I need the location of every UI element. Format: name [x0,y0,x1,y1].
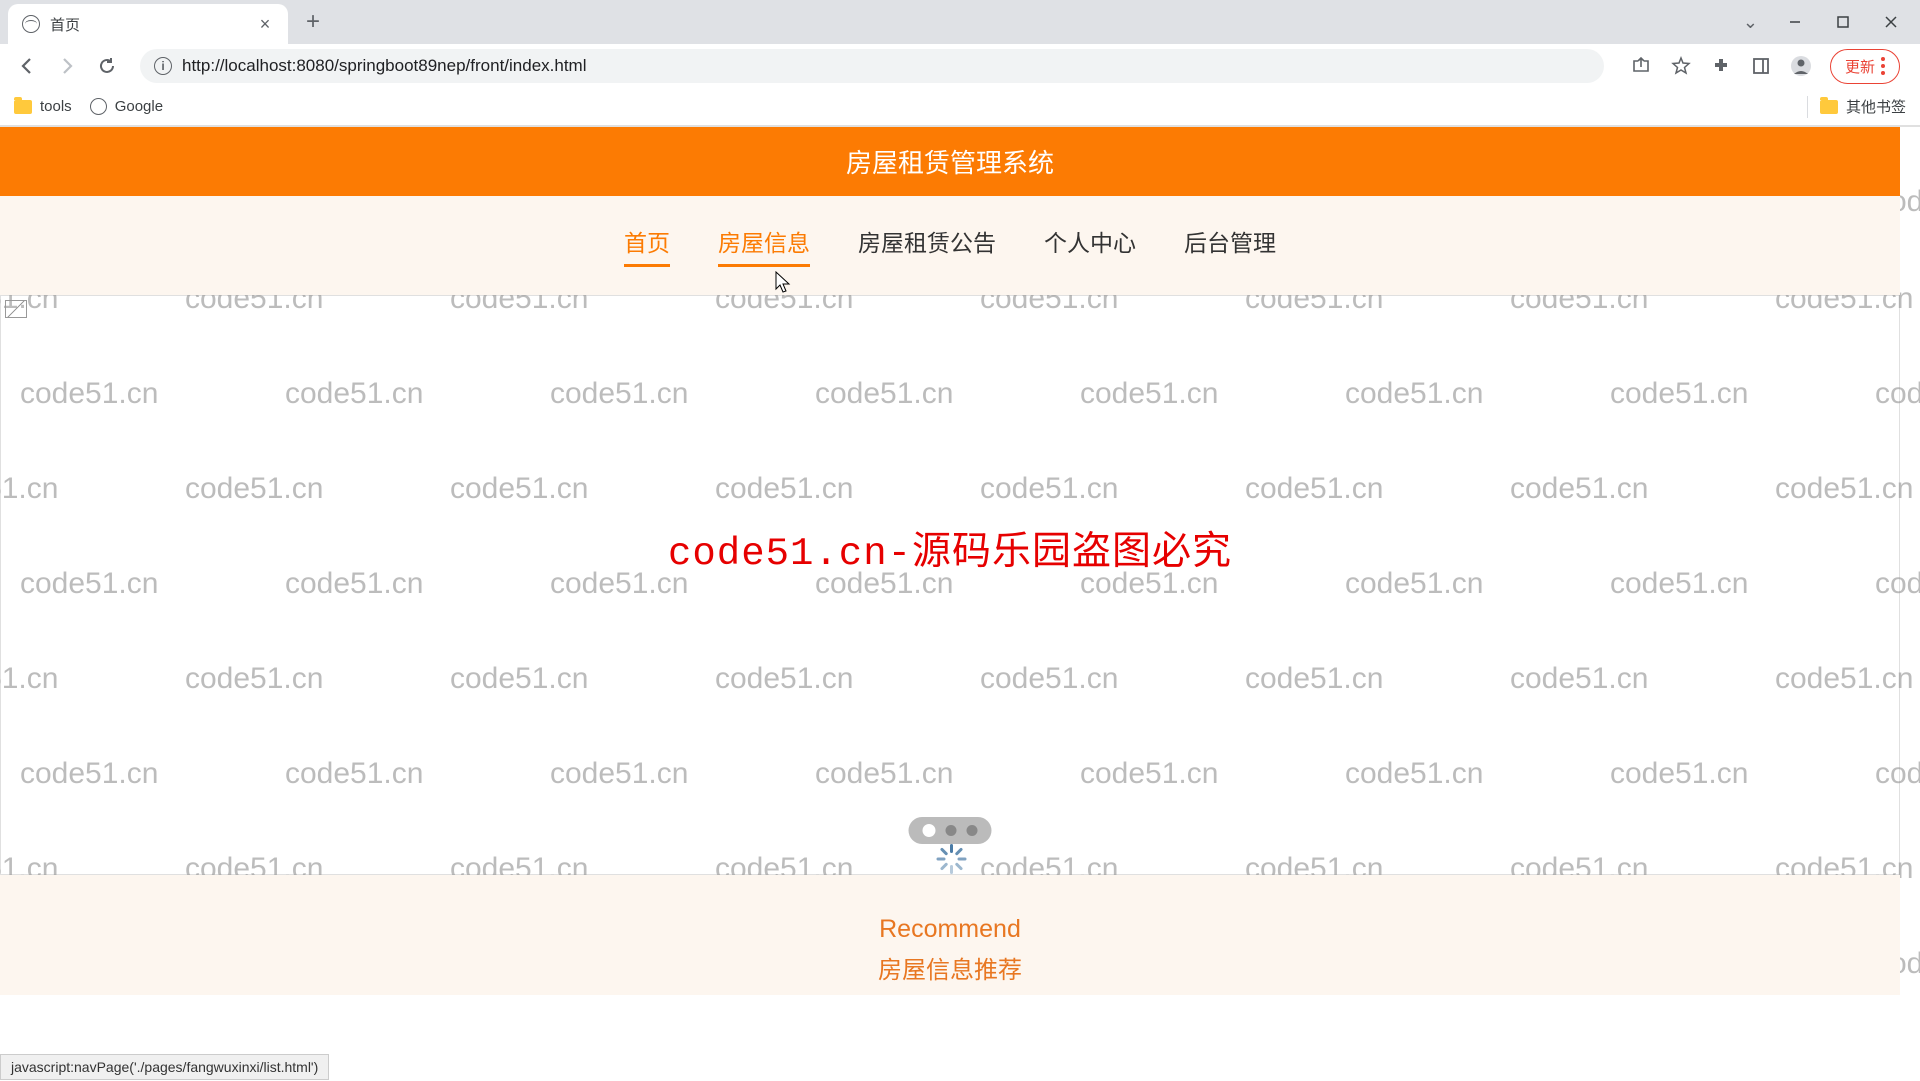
separator [1807,96,1808,118]
folder-icon [1820,100,1838,114]
nav-personal-center[interactable]: 个人中心 [1044,224,1136,267]
bookmark-tools[interactable]: tools [14,98,72,115]
menu-dots-icon [1881,57,1885,75]
share-icon[interactable] [1630,55,1652,77]
bookmark-label: tools [40,98,72,115]
hero-carousel: code51.cn-源码乐园盗图必究 [0,295,1900,875]
profile-icon[interactable] [1790,55,1812,77]
new-tab-button[interactable]: + [296,5,330,39]
globe-icon [22,15,40,33]
nav-announcement[interactable]: 房屋租赁公告 [858,224,996,267]
bookmark-other[interactable]: 其他书签 [1820,96,1906,117]
broken-image-icon [5,300,27,318]
forward-button[interactable] [52,51,82,81]
globe-icon [90,98,107,115]
close-window-button[interactable] [1868,5,1914,39]
carousel-dot[interactable] [967,825,978,836]
carousel-dot[interactable] [946,825,957,836]
loading-spinner-icon [935,844,965,874]
recommend-title-cn: 房屋信息推荐 [0,950,1900,985]
hero-watermark-text: code51.cn-源码乐园盗图必究 [668,520,1232,576]
address-bar[interactable]: i http://localhost:8080/springboot89nep/… [140,49,1604,83]
bookmark-google[interactable]: Google [90,98,163,115]
bookmark-label: Google [115,98,163,115]
tab-bar: 首页 × + ⌄ [0,0,1920,44]
update-label: 更新 [1845,56,1875,77]
nav-house-info[interactable]: 房屋信息 [718,224,810,267]
nav-home[interactable]: 首页 [624,224,670,267]
folder-icon [14,100,32,114]
update-button[interactable]: 更新 [1830,49,1900,84]
status-text: javascript:navPage('./pages/fangwuxinxi/… [11,1059,318,1075]
toolbar: i http://localhost:8080/springboot89nep/… [0,44,1920,88]
info-icon[interactable]: i [154,57,172,75]
extensions-icon[interactable] [1710,55,1732,77]
bookmarks-bar: tools Google 其他书签 [0,88,1920,126]
minimize-button[interactable] [1772,5,1818,39]
nav-menu: 首页 房屋信息 房屋租赁公告 个人中心 后台管理 [0,196,1900,295]
nav-admin[interactable]: 后台管理 [1184,224,1276,267]
side-panel-icon[interactable] [1750,55,1772,77]
recommend-section: Recommend 房屋信息推荐 [0,875,1900,995]
reload-button[interactable] [92,51,122,81]
carousel-dot[interactable] [923,824,936,837]
recommend-title-en: Recommend [0,915,1900,944]
carousel-pagination[interactable] [909,817,992,844]
tabs-dropdown-icon[interactable]: ⌄ [1743,12,1758,33]
bookmark-label: 其他书签 [1846,96,1906,117]
maximize-button[interactable] [1820,5,1866,39]
browser-tab[interactable]: 首页 × [8,4,288,44]
bookmark-star-icon[interactable] [1670,55,1692,77]
app-title: 房屋租赁管理系统 [846,148,1054,178]
back-button[interactable] [12,51,42,81]
url-text: http://localhost:8080/springboot89nep/fr… [182,56,587,76]
tab-title: 首页 [50,14,246,35]
app-header: 房屋租赁管理系统 [0,127,1900,196]
status-bar: javascript:navPage('./pages/fangwuxinxi/… [0,1054,329,1080]
close-tab-icon[interactable]: × [256,15,274,33]
